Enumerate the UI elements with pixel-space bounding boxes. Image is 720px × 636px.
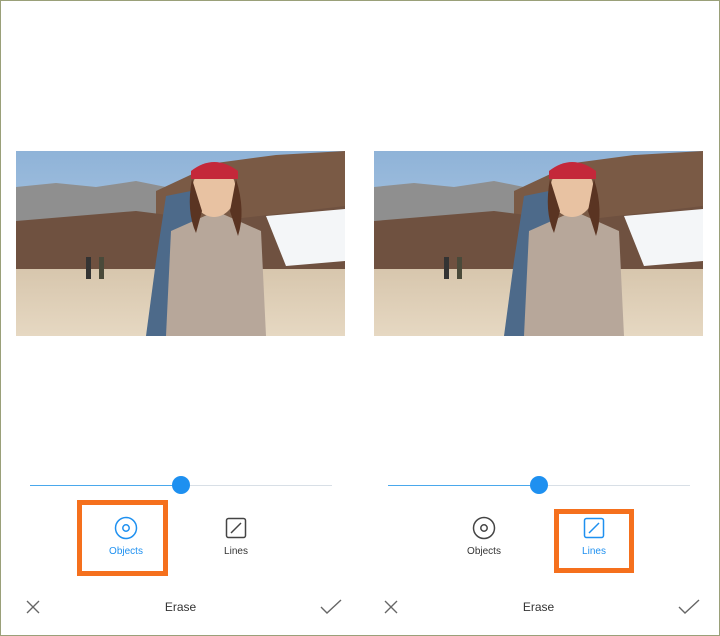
slider-thumb[interactable] bbox=[530, 476, 548, 494]
panel-objects-mode: Objects Lines Erase bbox=[16, 0, 360, 636]
brush-size-slider[interactable] bbox=[30, 475, 332, 495]
active-tool-highlight bbox=[554, 509, 634, 573]
slider-thumb[interactable] bbox=[172, 476, 190, 494]
photo-image bbox=[16, 151, 345, 336]
photo-preview[interactable] bbox=[16, 151, 345, 336]
photo-image bbox=[374, 151, 703, 336]
checkmark-icon[interactable] bbox=[677, 597, 701, 617]
screen-title: Erase bbox=[164, 600, 197, 614]
slider-fill bbox=[30, 485, 181, 486]
checkmark-icon[interactable] bbox=[319, 597, 343, 617]
tool-label: Lines bbox=[224, 546, 248, 557]
bottom-action-bar: Erase bbox=[374, 592, 703, 622]
screen-title: Erase bbox=[522, 600, 555, 614]
tool-objects[interactable]: Objects bbox=[444, 512, 524, 564]
target-circle-icon bbox=[472, 516, 496, 540]
tool-lines[interactable]: Lines bbox=[196, 512, 276, 564]
brush-size-slider[interactable] bbox=[388, 475, 690, 495]
panel-lines-mode: Objects Lines Erase bbox=[374, 0, 718, 636]
tool-label: Objects bbox=[467, 546, 501, 557]
active-tool-highlight bbox=[77, 500, 168, 576]
slider-fill bbox=[388, 485, 539, 486]
diagonal-line-icon bbox=[225, 517, 247, 539]
photo-preview[interactable] bbox=[374, 151, 703, 336]
bottom-action-bar: Erase bbox=[16, 592, 345, 622]
